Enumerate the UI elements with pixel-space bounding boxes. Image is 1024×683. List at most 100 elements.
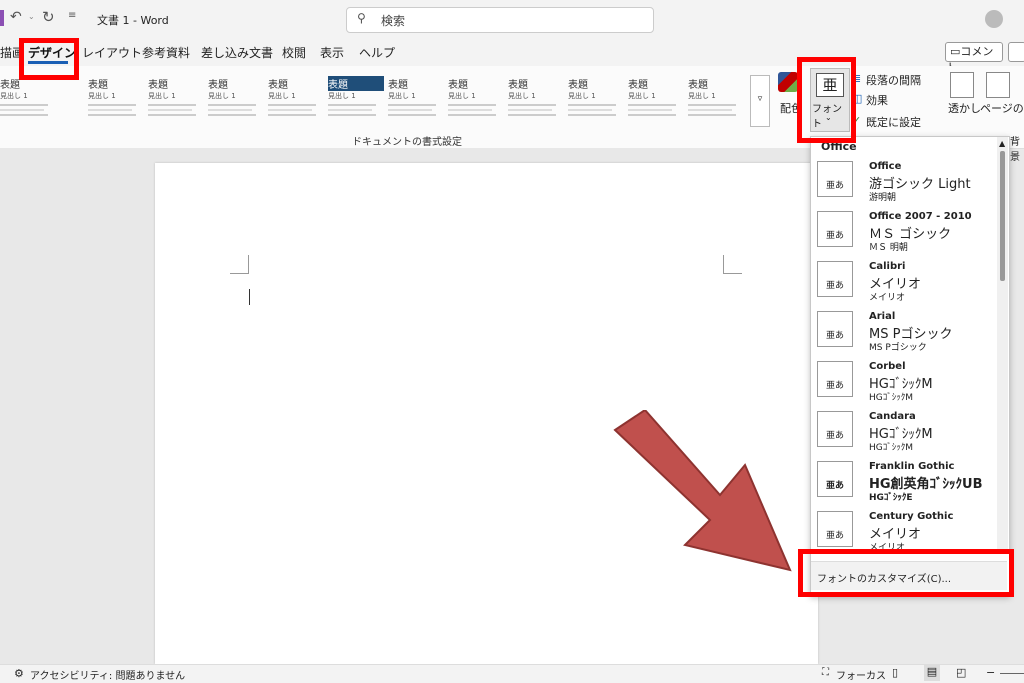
comment-button[interactable]: ▭コメント xyxy=(945,42,1003,74)
style-thumb-line xyxy=(388,114,436,116)
focus-icon: ⛶ xyxy=(822,667,829,678)
customize-qat-icon[interactable]: ≡ xyxy=(68,10,76,21)
gallery-more-icon[interactable]: ▿ xyxy=(750,75,770,127)
style-set-thumb[interactable]: 表題 見出し 1 xyxy=(148,76,204,124)
accessibility-status[interactable]: アクセシビリティ: 問題ありません xyxy=(30,667,185,682)
style-set-thumb[interactable]: 表題 見出し 1 xyxy=(0,76,56,124)
scroll-up-icon[interactable]: ▲ xyxy=(999,139,1005,148)
undo-icon[interactable]: ↶ xyxy=(10,9,22,25)
font-theme-list: 亜あ Office 游ゴシック Light 游明朝 亜あ Office 2007 - 20… xyxy=(811,155,997,560)
style-set-thumb[interactable]: 表題 見出し 1 xyxy=(88,76,144,124)
style-set-thumb[interactable]: 表題 見出し 1 xyxy=(688,76,744,124)
style-thumb-line xyxy=(628,114,676,116)
style-thumb-line xyxy=(568,109,612,111)
font-theme-item[interactable]: 亜あ Office 游ゴシック Light 游明朝 xyxy=(811,155,997,205)
effects-button[interactable]: 効果 xyxy=(866,92,888,108)
style-thumb-title: 表題 xyxy=(148,80,168,91)
dropdown-scrollbar[interactable]: ▲ xyxy=(997,137,1008,549)
tab-references[interactable]: 参考資料 xyxy=(142,44,190,61)
font-preview-thumb: 亜あ xyxy=(817,411,853,447)
title-bar: ↶ ⌄ ↻ ≡ 文書 1 - Word ⚲ 検索 xyxy=(0,0,1024,38)
style-set-thumb[interactable]: 表題 見出し 1 xyxy=(628,76,684,124)
style-thumb-line xyxy=(448,114,496,116)
font-theme-item[interactable]: 亜あ Office 2007 - 2010 ＭＳ ゴシック ＭＳ 明朝 xyxy=(811,205,997,255)
search-box[interactable]: ⚲ 検索 xyxy=(346,7,654,33)
style-set-thumb[interactable]: 表題 見出し 1 xyxy=(568,76,624,124)
style-thumb-line xyxy=(148,109,192,111)
style-set-thumb[interactable]: 表題 見出し 1 xyxy=(508,76,564,124)
font-theme-name: Candara xyxy=(869,411,916,422)
font-theme-body-font: ＭＳ 明朝 xyxy=(869,243,908,253)
style-thumb-title: 表題 xyxy=(508,80,528,91)
font-preview-thumb: 亜あ xyxy=(817,261,853,297)
font-preview-thumb: 亜あ xyxy=(817,361,853,397)
web-layout-icon[interactable]: ◰ xyxy=(956,666,966,679)
style-thumb-line xyxy=(0,114,48,116)
arrow-shape xyxy=(613,410,792,572)
style-thumb-title: 表題 xyxy=(0,80,20,91)
style-set-thumb[interactable]: 表題 見出し 1 xyxy=(448,76,504,124)
style-thumb-line xyxy=(568,114,616,116)
style-thumb-title: 表題 xyxy=(568,80,588,91)
font-theme-dropdown: Office 亜あ Office 游ゴシック Light 游明朝 亜あ Office 20… xyxy=(810,136,1010,596)
style-thumb-line xyxy=(448,109,492,111)
style-thumb-heading: 見出し 1 xyxy=(328,92,356,100)
set-default-button[interactable]: 既定に設定 xyxy=(866,114,921,130)
redo-icon[interactable]: ↻ xyxy=(42,8,55,26)
style-thumb-line xyxy=(268,109,312,111)
font-theme-body-font: HGｺﾞｼｯｸE xyxy=(869,493,913,503)
tab-layout[interactable]: レイアウト xyxy=(82,44,142,61)
font-theme-item[interactable]: 亜あ Corbel HGｺﾞｼｯｸM HGｺﾞｼｯｸM xyxy=(811,355,997,405)
tab-mailings[interactable]: 差し込み文書 xyxy=(201,44,273,61)
document-title: 文書 1 - Word xyxy=(97,14,169,27)
font-theme-item[interactable]: 亜あ Century Gothic メイリオ メイリオ xyxy=(811,505,997,555)
style-thumb-heading: 見出し 1 xyxy=(688,92,716,100)
style-thumb-heading: 見出し 1 xyxy=(268,92,296,100)
font-theme-item[interactable]: 亜あ Calibri メイリオ メイリオ xyxy=(811,255,997,305)
style-thumb-heading: 見出し 1 xyxy=(568,92,596,100)
page-color-icon[interactable] xyxy=(986,72,1010,98)
font-theme-name: Century Gothic xyxy=(869,511,954,522)
account-avatar-icon[interactable] xyxy=(985,10,1003,28)
tab-review[interactable]: 校閲 xyxy=(282,44,306,61)
font-theme-name: Calibri xyxy=(869,261,906,272)
zoom-slider[interactable] xyxy=(1000,673,1024,674)
search-placeholder: 検索 xyxy=(381,14,406,28)
style-thumb-line xyxy=(568,104,616,106)
watermark-icon[interactable] xyxy=(950,72,974,98)
font-theme-body-font: メイリオ xyxy=(869,293,906,303)
edit-mode-button[interactable] xyxy=(1008,42,1024,62)
style-set-thumb[interactable]: 表題 見出し 1 xyxy=(388,76,444,124)
tab-view[interactable]: 表示 xyxy=(320,44,344,61)
style-set-thumb[interactable]: 表題 見出し 1 xyxy=(268,76,324,124)
style-thumb-title: 表題 xyxy=(448,80,468,91)
app-edge xyxy=(0,10,4,26)
zoom-out-icon[interactable]: − xyxy=(986,666,995,679)
style-thumb-line xyxy=(688,114,736,116)
font-theme-name: Office 2007 - 2010 xyxy=(869,211,972,222)
font-theme-item[interactable]: 亜あ Franklin Gothic HG創英角ｺﾞｼｯｸUB HGｺﾞｼｯｸE xyxy=(811,455,997,505)
style-thumb-line xyxy=(0,109,44,111)
style-set-thumb[interactable]: 表題 見出し 1 xyxy=(208,76,264,124)
print-layout-icon[interactable]: ▤ xyxy=(924,665,940,681)
highlight-font-button xyxy=(797,57,856,143)
style-thumb-line xyxy=(688,104,736,106)
text-cursor xyxy=(249,289,250,305)
scrollbar-thumb[interactable] xyxy=(1000,151,1005,281)
font-preview-thumb: 亜あ xyxy=(817,311,853,347)
style-thumb-line xyxy=(268,104,316,106)
paragraph-spacing-button[interactable]: 段落の間隔 xyxy=(866,72,921,88)
style-set-thumb[interactable]: 表題 見出し 1 xyxy=(328,76,384,124)
style-thumb-line xyxy=(148,104,196,106)
style-thumb-title: 表題 xyxy=(268,80,288,91)
style-thumb-line xyxy=(628,109,672,111)
colors-icon[interactable] xyxy=(778,72,798,92)
style-thumb-line xyxy=(508,104,556,106)
font-theme-item[interactable]: 亜あ Candara HGｺﾞｼｯｸM HGｺﾞｼｯｸM xyxy=(811,405,997,455)
read-mode-icon[interactable]: ▯ xyxy=(892,666,898,679)
style-thumb-line xyxy=(148,114,196,116)
tab-help[interactable]: ヘルプ xyxy=(359,44,395,61)
undo-dropdown-icon[interactable]: ⌄ xyxy=(28,12,35,21)
focus-button[interactable]: フォーカス xyxy=(836,667,886,682)
font-theme-item[interactable]: 亜あ Arial MS Pゴシック MS Pゴシック xyxy=(811,305,997,355)
